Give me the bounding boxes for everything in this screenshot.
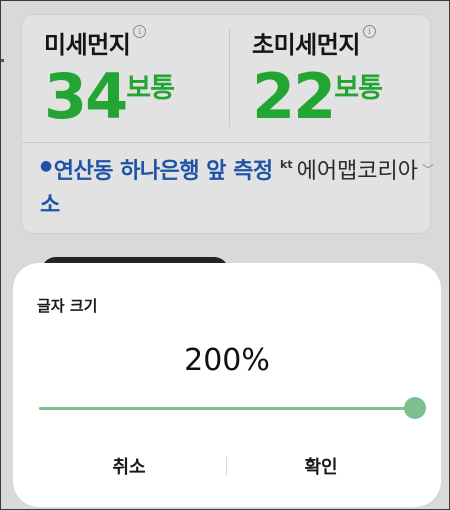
dialog-actions: 취소 확인 — [13, 451, 441, 481]
station-name: 연산동 하나은행 앞 측정소 — [40, 159, 273, 218]
fine-dust-panel: 미세먼지 i 34보통 — [44, 25, 175, 133]
divider — [22, 142, 430, 143]
font-scale-value: 200% — [184, 343, 270, 378]
app-window: 미세먼지 i 34보통 초미세먼지 i 22보통 ●연산동 하나은행 앞 측정소 k… — [0, 0, 450, 510]
info-icon[interactable]: i — [133, 25, 147, 38]
chevron-down-icon[interactable]: ﹀ — [422, 161, 434, 178]
fine-dust-grade: 보통 — [126, 73, 175, 104]
edge-indicator — [1, 59, 4, 62]
info-icon[interactable]: i — [362, 25, 376, 38]
dialog-title: 글자 크기 — [37, 297, 98, 315]
font-size-slider[interactable] — [39, 395, 426, 421]
confirm-button[interactable]: 확인 — [221, 451, 421, 481]
cancel-button[interactable]: 취소 — [29, 451, 229, 481]
ultrafine-dust-grade: 보통 — [334, 73, 383, 104]
font-size-dialog: 글자 크기 200% 취소 확인 — [13, 263, 441, 507]
air-quality-card: 미세먼지 i 34보통 초미세먼지 i 22보통 ●연산동 하나은행 앞 측정소 k… — [21, 14, 434, 234]
ultrafine-dust-panel: 초미세먼지 i 22보통 — [252, 25, 383, 133]
provider-name: 에어맵코리아 — [296, 159, 419, 184]
slider-thumb[interactable] — [404, 397, 426, 419]
slider-fill — [39, 407, 415, 410]
kt-logo-icon: kt — [280, 158, 293, 171]
fine-dust-value: 34 — [44, 60, 128, 133]
ultrafine-dust-label: 초미세먼지 — [252, 31, 360, 59]
location-pin-icon: ● — [40, 158, 52, 174]
provider-link[interactable]: kt 에어맵코리아 — [280, 155, 420, 189]
fine-dust-label: 미세먼지 — [44, 31, 131, 59]
station-link[interactable]: ●연산동 하나은행 앞 측정소 — [40, 155, 275, 223]
ultrafine-dust-value: 22 — [252, 60, 336, 133]
divider — [229, 29, 230, 127]
